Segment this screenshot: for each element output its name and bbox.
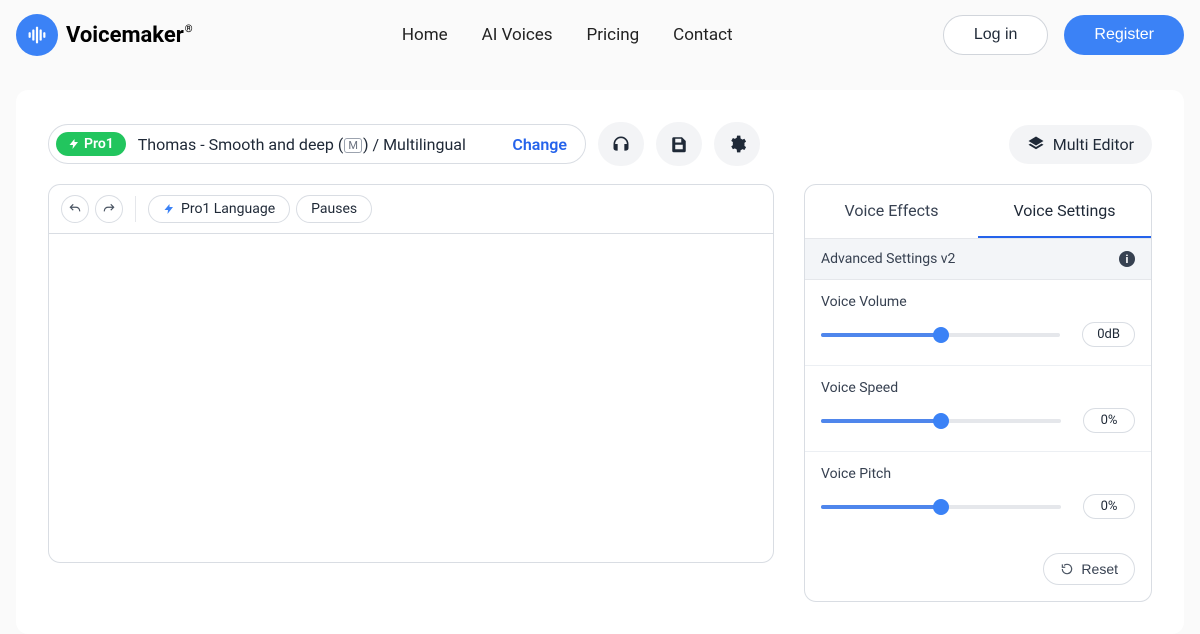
- settings-button[interactable]: [714, 122, 760, 166]
- nav-home[interactable]: Home: [402, 25, 448, 45]
- info-icon[interactable]: i: [1119, 251, 1135, 267]
- text-editor[interactable]: [48, 233, 774, 563]
- voice-volume-label: Voice Volume: [821, 294, 1135, 310]
- redo-button[interactable]: [95, 195, 123, 223]
- refresh-icon: [1060, 562, 1074, 576]
- change-voice-button[interactable]: Change: [512, 135, 567, 154]
- bolt-icon: [68, 138, 80, 150]
- divider: [135, 196, 136, 222]
- voice-pitch-value: 0%: [1083, 494, 1135, 519]
- voice-speed-block: Voice Speed 0%: [805, 366, 1151, 452]
- voice-selector: Pro1 Thomas - Smooth and deep (M) / Mult…: [48, 124, 586, 164]
- voice-pitch-slider[interactable]: [821, 499, 1061, 515]
- multi-editor-button[interactable]: Multi Editor: [1009, 125, 1152, 164]
- undo-icon: [68, 202, 82, 216]
- register-button[interactable]: Register: [1064, 15, 1184, 55]
- pauses-button[interactable]: Pauses: [296, 195, 372, 223]
- top-nav: Home AI Voices Pricing Contact: [402, 25, 733, 45]
- gear-icon: [727, 134, 747, 154]
- voice-speed-label: Voice Speed: [821, 380, 1135, 396]
- nav-ai-voices[interactable]: AI Voices: [482, 25, 553, 45]
- voice-volume-block: Voice Volume 0dB: [805, 280, 1151, 366]
- layers-icon: [1027, 135, 1045, 153]
- tab-voice-effects[interactable]: Voice Effects: [805, 185, 978, 238]
- headphones-icon: [611, 134, 631, 154]
- nav-pricing[interactable]: Pricing: [587, 25, 640, 45]
- auth-buttons: Log in Register: [943, 15, 1184, 55]
- voice-pitch-label: Voice Pitch: [821, 466, 1135, 482]
- voice-volume-value: 0dB: [1082, 322, 1135, 347]
- save-icon: [670, 135, 688, 153]
- undo-button[interactable]: [61, 195, 89, 223]
- waveform-icon: [26, 24, 48, 46]
- advanced-settings-row[interactable]: Advanced Settings v2 i: [805, 239, 1151, 280]
- editor-toolbar: Pro1 Language Pauses: [48, 184, 774, 233]
- editor-row: Pro1 Language Pauses Voice Effects Voice…: [48, 184, 1152, 602]
- tab-voice-settings[interactable]: Voice Settings: [978, 185, 1151, 238]
- voice-name: Thomas - Smooth and deep (M) / Multiling…: [138, 135, 501, 154]
- login-button[interactable]: Log in: [943, 15, 1049, 55]
- nav-contact[interactable]: Contact: [673, 25, 732, 45]
- bolt-icon: [163, 203, 175, 215]
- save-button[interactable]: [656, 122, 702, 166]
- voice-speed-value: 0%: [1083, 408, 1135, 433]
- pro-badge: Pro1: [56, 132, 126, 156]
- voice-settings-panel: Voice Effects Voice Settings Advanced Se…: [804, 184, 1152, 602]
- header: Voicemaker® Home AI Voices Pricing Conta…: [0, 0, 1200, 70]
- reset-button[interactable]: Reset: [1043, 553, 1135, 585]
- editor-column: Pro1 Language Pauses: [48, 184, 774, 602]
- voice-pitch-block: Voice Pitch 0%: [805, 452, 1151, 537]
- main-card: Pro1 Thomas - Smooth and deep (M) / Mult…: [16, 90, 1184, 634]
- voice-volume-slider[interactable]: [821, 327, 1060, 343]
- redo-icon: [102, 202, 116, 216]
- preview-audio-button[interactable]: [598, 122, 644, 166]
- settings-tabs: Voice Effects Voice Settings: [805, 185, 1151, 239]
- voice-speed-slider[interactable]: [821, 413, 1061, 429]
- pro-language-button[interactable]: Pro1 Language: [148, 195, 290, 223]
- logo[interactable]: Voicemaker®: [16, 14, 192, 56]
- logo-mark: [16, 14, 58, 56]
- gender-tag: M: [344, 138, 362, 153]
- brand-name: Voicemaker®: [66, 23, 192, 48]
- voice-toolbar: Pro1 Thomas - Smooth and deep (M) / Mult…: [48, 122, 1152, 166]
